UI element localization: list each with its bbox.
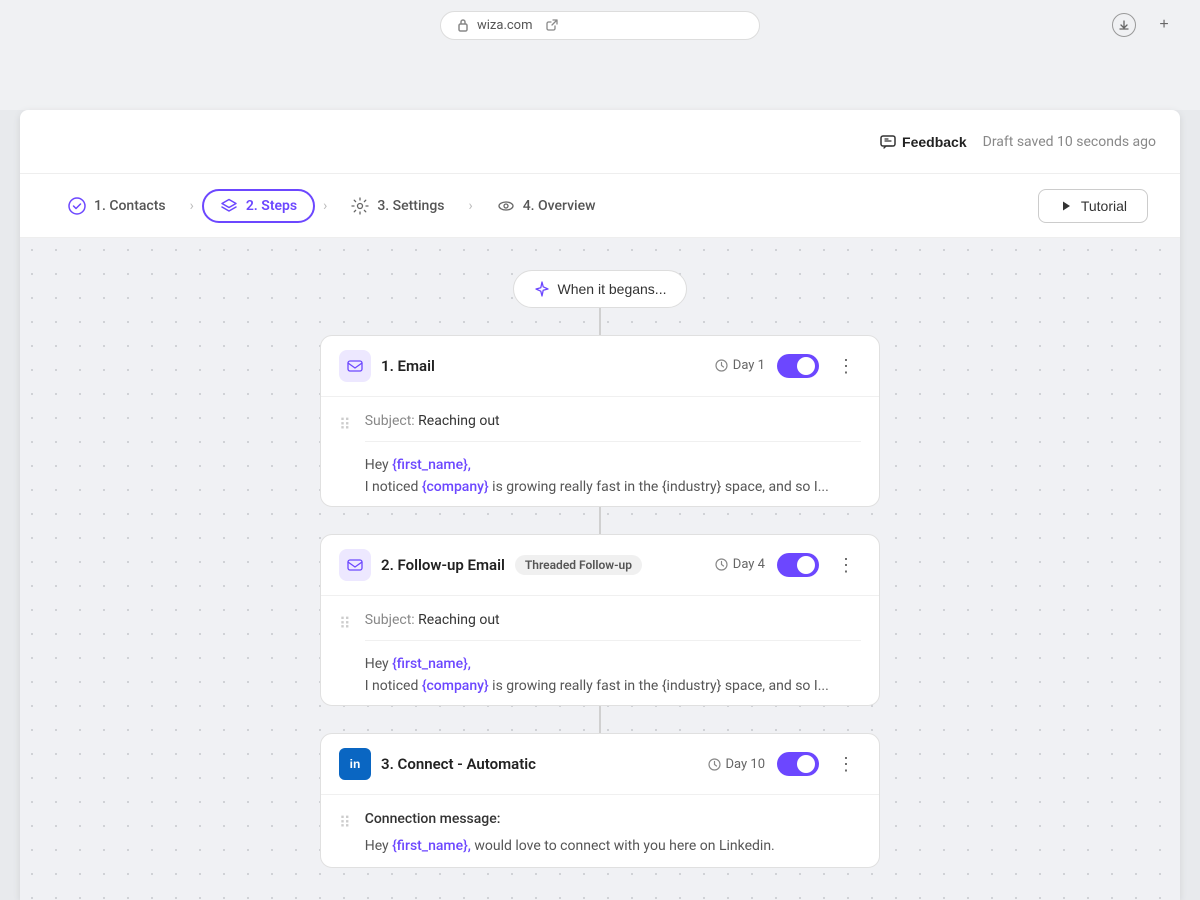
step-overview-label: 4. Overview <box>523 198 596 214</box>
step-card-3-title: in 3. Connect - Automatic <box>339 748 536 780</box>
separator-3: › <box>468 198 472 214</box>
sparkle-icon <box>534 281 550 297</box>
tutorial-label: Tutorial <box>1081 198 1127 214</box>
drag-handle-2[interactable]: ⠿ <box>339 614 351 698</box>
email-step-icon <box>339 350 371 382</box>
layers-icon <box>220 197 238 215</box>
step-nav-contacts[interactable]: 1. Contacts <box>52 191 182 221</box>
step-3-day: Day 10 <box>708 757 766 772</box>
lock-icon <box>457 18 469 32</box>
feedback-button[interactable]: Feedback <box>880 134 967 150</box>
step-2-body-preview: Hey {first_name}, I noticed {company} is… <box>365 653 861 698</box>
step-1-more-button[interactable]: ⋮ <box>831 355 861 377</box>
eye-icon <box>497 197 515 215</box>
followup-step-icon <box>339 549 371 581</box>
step-2-tag: Threaded Follow-up <box>515 555 642 575</box>
app-container: Feedback Draft saved 10 seconds ago 1. C… <box>20 110 1180 900</box>
step-card-1-meta: Day 1 ⋮ <box>715 354 861 378</box>
step-card-1-title: 1. Email <box>339 350 435 382</box>
play-icon <box>1059 199 1073 213</box>
step-card-2: 2. Follow-up Email Threaded Follow-up Da… <box>320 534 880 706</box>
step-card-3-meta: Day 10 ⋮ <box>708 752 862 776</box>
step-2-subject: Subject: Reaching out <box>365 612 861 641</box>
connector-1 <box>599 507 601 534</box>
step-steps-label: 2. Steps <box>246 198 297 214</box>
step-1-content: Subject: Reaching out Hey {first_name}, … <box>365 413 861 499</box>
feedback-icon <box>880 134 896 150</box>
step-1-toggle[interactable] <box>777 354 819 378</box>
browser-actions: + <box>1112 13 1176 37</box>
step-2-toggle[interactable] <box>777 553 819 577</box>
step-card-1-body: ⠿ Subject: Reaching out Hey {first_name}… <box>321 397 879 507</box>
connector-2 <box>599 706 601 733</box>
step-nav-overview[interactable]: 4. Overview <box>481 191 612 221</box>
separator-1: › <box>190 198 194 214</box>
connector-0 <box>599 308 601 335</box>
step-settings-label: 3. Settings <box>377 198 444 214</box>
draft-status: Draft saved 10 seconds ago <box>983 134 1156 150</box>
trigger-label: When it begans... <box>558 281 667 297</box>
step-card-2-title: 2. Follow-up Email Threaded Follow-up <box>339 549 642 581</box>
step-nav-settings[interactable]: 3. Settings <box>335 191 460 221</box>
step-card-2-body: ⠿ Subject: Reaching out Hey {first_name}… <box>321 596 879 706</box>
linkedin-step-icon: in <box>339 748 371 780</box>
step-nav-steps[interactable]: 2. Steps <box>202 189 315 223</box>
step-3-body-preview: Hey {first_name}, would love to connect … <box>365 835 861 857</box>
step-1-title-text: 1. Email <box>381 357 435 375</box>
link-icon <box>545 18 559 32</box>
step-card-1-header: 1. Email Day 1 ⋮ <box>321 336 879 397</box>
separator-2: › <box>323 198 327 214</box>
address-bar[interactable]: wiza.com <box>440 11 760 40</box>
step-card-3: in 3. Connect - Automatic Day 10 ⋮ <box>320 733 880 868</box>
step-3-content: Connection message: Hey {first_name}, wo… <box>365 811 861 857</box>
step-1-day: Day 1 <box>715 358 765 373</box>
step-card-3-header: in 3. Connect - Automatic Day 10 ⋮ <box>321 734 879 795</box>
browser-chrome: wiza.com + <box>0 0 1200 110</box>
step-3-title-text: 3. Connect - Automatic <box>381 755 536 773</box>
check-circle-icon <box>68 197 86 215</box>
trigger-button[interactable]: When it begans... <box>513 270 688 308</box>
step-card-1: 1. Email Day 1 ⋮ ⠿ <box>320 335 880 507</box>
step-card-2-header: 2. Follow-up Email Threaded Follow-up Da… <box>321 535 879 596</box>
step-contacts-label: 1. Contacts <box>94 198 166 214</box>
browser-top: wiza.com + <box>0 0 1200 50</box>
tutorial-button[interactable]: Tutorial <box>1038 189 1148 223</box>
url-text: wiza.com <box>477 18 533 33</box>
step-1-body-preview: Hey {first_name}, I noticed {company} is… <box>365 454 861 499</box>
step-2-day: Day 4 <box>715 557 765 572</box>
step-card-3-body: ⠿ Connection message: Hey {first_name}, … <box>321 795 879 868</box>
step-3-toggle[interactable] <box>777 752 819 776</box>
step-card-2-meta: Day 4 ⋮ <box>715 553 861 577</box>
top-bar: Feedback Draft saved 10 seconds ago <box>20 110 1180 174</box>
main-content: When it begans... 1. Email <box>20 238 1180 900</box>
steps-nav: 1. Contacts › 2. Steps › 3. Settings <box>20 174 1180 238</box>
step-3-connection-label: Connection message: <box>365 811 861 827</box>
step-2-content: Subject: Reaching out Hey {first_name}, … <box>365 612 861 698</box>
download-button[interactable] <box>1112 13 1136 37</box>
step-1-subject: Subject: Reaching out <box>365 413 861 442</box>
step-2-title-text: 2. Follow-up Email <box>381 556 505 574</box>
drag-handle-3[interactable]: ⠿ <box>339 813 351 857</box>
gear-icon <box>351 197 369 215</box>
step-2-more-button[interactable]: ⋮ <box>831 554 861 576</box>
step-3-more-button[interactable]: ⋮ <box>831 753 861 775</box>
new-tab-button[interactable]: + <box>1152 13 1176 37</box>
drag-handle-1[interactable]: ⠿ <box>339 415 351 499</box>
